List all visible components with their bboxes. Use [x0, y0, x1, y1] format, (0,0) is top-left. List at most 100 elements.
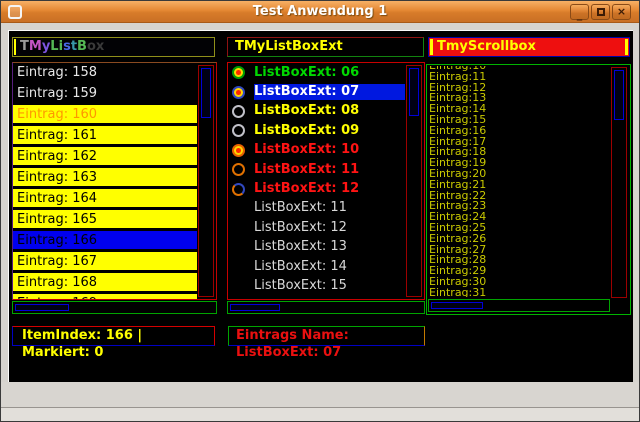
list-item[interactable]: ListBoxExt: 11 [228, 160, 405, 179]
listbox-rows: Eintrag: 158 Eintrag: 159 Eintrag: 160 Eint… [13, 63, 216, 300]
scrollbar-thumb[interactable] [15, 304, 69, 311]
edit-letter: o [87, 39, 96, 54]
list-item[interactable]: ListBoxExt: 10 [228, 141, 405, 160]
list-item[interactable]: ListBoxExt: 08 [228, 102, 405, 121]
list-item-band: Eintrag: 166 [13, 231, 197, 249]
caret-bar-left [430, 39, 433, 55]
list-item-label: ListBoxExt: 15 [254, 278, 405, 294]
listbox-rows: ListBoxExt: 06 ListBoxExt: 07 ListBoxExt: … [228, 63, 424, 296]
horizontal-scrollbar[interactable] [12, 301, 217, 314]
list-item-band: Eintrag: 158 [13, 63, 197, 81]
list-item-band: Eintrag: 162 [13, 147, 197, 165]
radio-off-icon [232, 105, 245, 118]
list-item-label: ListBoxExt: 11 [254, 200, 405, 216]
radio-on-icon [232, 144, 245, 157]
list-item-band: Eintrag: 169 [13, 294, 197, 300]
list-item[interactable]: Eintrag: 169 [13, 294, 197, 300]
list-item[interactable]: Eintrag: 167 [13, 252, 197, 273]
maximize-button[interactable] [591, 4, 610, 20]
close-icon: × [617, 5, 626, 18]
list-item-label: ListBoxExt: 12 [254, 220, 405, 236]
window-frame-bottom [1, 408, 639, 421]
scrollbox-header: TmyScrollbox [428, 37, 630, 57]
list-item-band: Eintrag: 161 [13, 126, 197, 144]
list-item[interactable]: ListBoxExt: 09 [228, 121, 405, 140]
list-item[interactable]: Eintrag: 165 [13, 210, 197, 231]
vertical-scrollbar[interactable] [611, 67, 627, 298]
list-item[interactable]: Eintrag: 163 [13, 168, 197, 189]
listbox-name-edit[interactable]: TMyListBox [12, 37, 215, 57]
list-item[interactable]: Eintrag: 168 [13, 273, 197, 294]
list-item[interactable]: ListBoxExt: 14 [228, 257, 405, 276]
list-item-band: Eintrag: 164 [13, 189, 197, 207]
list-item[interactable]: ListBoxExt: 12 [228, 179, 405, 198]
horizontal-scrollbar[interactable] [428, 299, 610, 312]
radio-off-icon [232, 163, 245, 176]
my-listbox: Eintrag: 158 Eintrag: 159 Eintrag: 160 Eint… [12, 62, 217, 300]
titlebar[interactable]: Test Anwendung 1 _ × [1, 1, 639, 23]
list-item[interactable]: Eintrag: 166 [13, 231, 197, 252]
list-item[interactable]: Eintrag: 158 [13, 63, 197, 84]
edit-letter: L [50, 39, 58, 54]
list-item[interactable]: Eintrag: 161 [13, 126, 197, 147]
radio-off-icon [232, 183, 245, 196]
listboxext-header: TMyListBoxExt [227, 37, 424, 57]
edit-text: TMyListBox [20, 39, 104, 55]
scrollbar-thumb[interactable] [409, 68, 419, 116]
list-item-band: Eintrag: 160 [13, 105, 197, 123]
itemindex-status-label: ItemIndex: 166 | Markiert: 0 [12, 326, 215, 346]
text-caret [14, 39, 16, 55]
list-item-label: ListBoxExt: 12 [254, 181, 405, 197]
list-item-band: Eintrag: 165 [13, 210, 197, 228]
horizontal-scrollbar[interactable] [227, 301, 425, 314]
minimize-button[interactable]: _ [570, 4, 589, 20]
close-button[interactable]: × [612, 4, 631, 20]
list-item-label: ListBoxExt: 09 [254, 123, 405, 139]
vertical-scrollbar[interactable] [406, 65, 422, 297]
scrollbox-header-label: TmyScrollbox [437, 39, 536, 54]
scrollbar-thumb[interactable] [614, 70, 624, 120]
list-item[interactable]: ListBoxExt: 12 [228, 218, 405, 237]
list-item-band: Eintrag: 168 [13, 273, 197, 291]
list-item-band: Eintrag: 163 [13, 168, 197, 186]
maximize-icon [597, 8, 605, 16]
edit-letter: x [96, 39, 104, 54]
list-item-label: ListBoxExt: 08 [254, 103, 405, 119]
list-item[interactable]: Eintrag: 160 [13, 105, 197, 126]
list-item-label: ListBoxExt: 07 [254, 84, 405, 100]
scrollbar-thumb[interactable] [431, 302, 483, 309]
list-item[interactable]: Eintrag: 162 [13, 147, 197, 168]
list-item[interactable]: ListBoxExt: 13 [228, 238, 405, 257]
caret-bar-right [625, 39, 628, 55]
list-item[interactable]: ListBoxExt: 07 [228, 82, 405, 101]
list-item[interactable]: Eintrag: 159 [13, 84, 197, 105]
list-item-label: ListBoxExt: 10 [254, 142, 405, 158]
list-item[interactable]: Eintrag:31 [429, 288, 610, 297]
scrollbar-thumb[interactable] [201, 68, 211, 118]
scrollbar-thumb[interactable] [230, 304, 280, 311]
edit-letter: M [29, 39, 42, 54]
vertical-scrollbar[interactable] [198, 65, 214, 297]
scrollbox-rows: Eintrag:10Eintrag:11Eintrag:12Eintrag:13… [429, 66, 610, 297]
list-item-label: ListBoxExt: 06 [254, 65, 405, 81]
list-item-label: ListBoxExt: 13 [254, 239, 405, 255]
window-icon[interactable] [8, 5, 22, 19]
list-item-band: Eintrag: 159 [13, 84, 197, 102]
window-title: Test Anwendung 1 [1, 1, 639, 22]
list-item-band: Eintrag: 167 [13, 252, 197, 270]
list-item-label: ListBoxExt: 11 [254, 162, 405, 178]
my-scrollbox: Eintrag:10Eintrag:11Eintrag:12Eintrag:13… [426, 64, 631, 315]
radio-on-icon [232, 86, 245, 99]
entry-name-status-label: Eintrags Name: ListBoxExt: 07 [228, 326, 425, 346]
my-listboxext: ListBoxExt: 06 ListBoxExt: 07 ListBoxExt: … [227, 62, 425, 300]
list-item[interactable]: Eintrag: 164 [13, 189, 197, 210]
scrollbox-viewport: Eintrag:10Eintrag:11Eintrag:12Eintrag:13… [429, 66, 610, 297]
edit-letter: s [63, 39, 71, 54]
app-window: Test Anwendung 1 _ × TMyListBox TMyListB… [0, 0, 640, 422]
list-item[interactable]: ListBoxExt: 11 [228, 199, 405, 218]
list-item[interactable]: ListBoxExt: 15 [228, 276, 405, 295]
list-item[interactable]: ListBoxExt: 06 [228, 63, 405, 82]
minimize-icon: _ [577, 8, 583, 21]
radio-off-icon [232, 124, 245, 137]
radio-on-icon [232, 66, 245, 79]
